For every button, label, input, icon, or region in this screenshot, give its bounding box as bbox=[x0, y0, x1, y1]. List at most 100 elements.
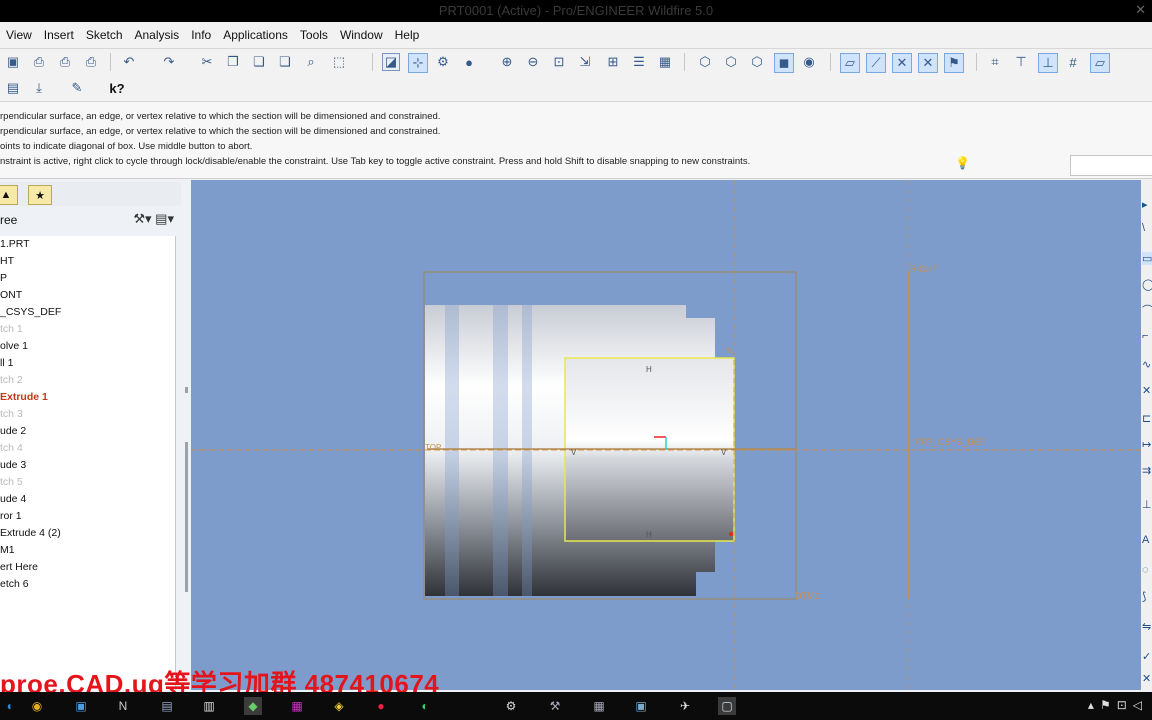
layers-icon[interactable]: ☰ bbox=[630, 53, 648, 71]
menu-analysis[interactable]: Analysis bbox=[129, 22, 186, 42]
model-tree-item[interactable]: ONT bbox=[0, 287, 175, 304]
sketch-vertices-icon[interactable]: ⊥ bbox=[1038, 53, 1058, 73]
modify-tool-icon[interactable]: ⇉ bbox=[1142, 464, 1151, 477]
datum-points-icon[interactable]: ✕ bbox=[892, 53, 912, 73]
sketch-tool-icon[interactable]: ✎ bbox=[68, 79, 86, 97]
music-icon[interactable]: ● bbox=[372, 697, 390, 715]
zoom-out-icon[interactable]: ⊖ bbox=[524, 53, 542, 71]
print-icon[interactable]: ⎙ bbox=[30, 53, 48, 71]
datum-planes-icon[interactable]: ▱ bbox=[840, 53, 860, 73]
model-tree-item[interactable]: Extrude 4 (2) bbox=[0, 525, 175, 542]
model-tree-item[interactable]: _CSYS_DEF bbox=[0, 304, 175, 321]
model-tree-item[interactable]: M1 bbox=[0, 542, 175, 559]
window-icon[interactable]: ▣ bbox=[632, 697, 650, 715]
circle-tool-icon[interactable]: ◯ bbox=[1142, 278, 1152, 291]
sketch-references-icon[interactable]: ⤓ bbox=[30, 79, 48, 97]
browser-icon[interactable]: ◐ bbox=[416, 697, 434, 715]
sketch-constraints-icon[interactable]: ⊤ bbox=[1012, 53, 1030, 71]
tree-settings-icon[interactable]: ⚒▾ ▤▾ bbox=[133, 211, 174, 227]
zoom-in-icon[interactable]: ⊕ bbox=[498, 53, 516, 71]
undo-icon[interactable]: ↶ bbox=[120, 53, 138, 71]
model-tree-item[interactable]: olve 1 bbox=[0, 338, 175, 355]
model-tree-item[interactable]: ude 4 bbox=[0, 491, 175, 508]
hidden-line-icon[interactable]: ⬡ bbox=[722, 53, 740, 71]
model-tree-item[interactable]: tch 2 bbox=[0, 372, 175, 389]
model-tree-item[interactable]: P bbox=[0, 270, 175, 287]
document-icon[interactable]: ▥ bbox=[200, 697, 218, 715]
model-tree-item[interactable]: tch 4 bbox=[0, 440, 175, 457]
navigator-splitter[interactable] bbox=[181, 182, 191, 690]
redo-icon[interactable]: ↷ bbox=[160, 53, 178, 71]
menu-insert[interactable]: Insert bbox=[38, 22, 80, 42]
sketch-view[interactable]: RIGHT PRT_CSYS_DEF DTM1 TOP H H V V H bbox=[191, 180, 1141, 690]
point-tool-icon[interactable]: ✕ bbox=[1142, 384, 1151, 397]
system-tray[interactable]: ▴⚑⊡◁ bbox=[1088, 698, 1148, 712]
shading-icon[interactable]: ◼ bbox=[774, 53, 794, 73]
menu-view[interactable]: View bbox=[0, 22, 38, 42]
cut-icon[interactable]: ✂ bbox=[198, 53, 216, 71]
wireframe-icon[interactable]: ⬡ bbox=[696, 53, 714, 71]
explorer-icon[interactable]: ▣ bbox=[72, 697, 90, 715]
model-tree-item[interactable]: ude 2 bbox=[0, 423, 175, 440]
constraint-tool-icon[interactable]: ⊥ bbox=[1142, 498, 1152, 511]
refit-icon[interactable]: ⊡ bbox=[550, 53, 568, 71]
repaint-icon[interactable]: ◪ bbox=[382, 53, 400, 71]
menu-help[interactable]: Help bbox=[389, 22, 426, 42]
orient-mode-icon[interactable]: ⚙ bbox=[434, 53, 452, 71]
display-style-icon[interactable]: ● bbox=[460, 53, 478, 71]
enhanced-realism-icon[interactable]: ◉ bbox=[800, 53, 818, 71]
sketch-orient-icon[interactable]: ⏥ bbox=[1090, 53, 1110, 73]
palette-tool-icon[interactable]: ◌ bbox=[1142, 564, 1149, 576]
print-preview-icon[interactable]: ⎙ bbox=[56, 53, 74, 71]
rectangle-tool-icon[interactable]: ▭ bbox=[1142, 252, 1152, 265]
pointer-tool-icon[interactable]: ▸ bbox=[1142, 198, 1148, 211]
dimension-tool-icon[interactable]: ↦ bbox=[1142, 438, 1151, 451]
model-tree-item[interactable]: tch 3 bbox=[0, 406, 175, 423]
arc-tool-icon[interactable]: ⌒ bbox=[1142, 302, 1152, 318]
line-tool-icon[interactable]: \ bbox=[1142, 222, 1145, 234]
tab-model-tree[interactable]: ▲ bbox=[0, 185, 18, 205]
tool-icon[interactable]: ⚒ bbox=[546, 697, 564, 715]
no-hidden-icon[interactable]: ⬡ bbox=[748, 53, 766, 71]
model-tree-item[interactable]: ude 3 bbox=[0, 457, 175, 474]
context-help-icon[interactable]: k? bbox=[108, 79, 126, 97]
paste-special-icon[interactable]: ❏ bbox=[276, 53, 294, 71]
menu-sketch[interactable]: Sketch bbox=[80, 22, 129, 42]
datum-axes-icon[interactable]: ⟋ bbox=[866, 53, 886, 73]
model-tree-item[interactable]: 1.PRT bbox=[0, 236, 175, 253]
find-icon[interactable]: ⌕ bbox=[302, 53, 320, 71]
fillet-tool-icon[interactable]: ⌐ bbox=[1142, 330, 1148, 342]
trim-tool-icon[interactable]: ⟆ bbox=[1142, 590, 1146, 603]
save-icon[interactable]: ▣ bbox=[4, 53, 22, 71]
proe-task-icon[interactable]: ▢ bbox=[718, 697, 736, 715]
select-box-icon[interactable]: ⬚ bbox=[330, 53, 348, 71]
sketch-grid-icon[interactable]: # bbox=[1064, 53, 1082, 71]
model-tree-item[interactable]: tch 5 bbox=[0, 474, 175, 491]
active-app-icon[interactable]: ◆ bbox=[244, 697, 262, 715]
calc-icon[interactable]: ▦ bbox=[590, 697, 608, 715]
done-tool-icon[interactable]: ✓ bbox=[1142, 650, 1151, 663]
plane-icon[interactable]: ✈ bbox=[676, 697, 694, 715]
notepad-icon[interactable]: ▤ bbox=[158, 697, 176, 715]
menu-info[interactable]: Info bbox=[185, 22, 217, 42]
chrome-icon[interactable]: ◉ bbox=[28, 697, 46, 715]
sketch-dims-icon[interactable]: ⌗ bbox=[986, 53, 1004, 71]
paste-icon[interactable]: ❏ bbox=[250, 53, 268, 71]
graphics-window[interactable]: RIGHT PRT_CSYS_DEF DTM1 TOP H H V V H bbox=[191, 180, 1141, 690]
spline-tool-icon[interactable]: ∿ bbox=[1142, 358, 1151, 371]
menu-applications[interactable]: Applications bbox=[217, 22, 294, 42]
folder-icon[interactable]: ◈ bbox=[330, 697, 348, 715]
app-icon[interactable]: N bbox=[114, 697, 132, 715]
menu-window[interactable]: Window bbox=[334, 22, 389, 42]
email-icon[interactable]: ⎙ bbox=[82, 53, 100, 71]
media-icon[interactable]: ▦ bbox=[288, 697, 306, 715]
start-icon[interactable]: ◖ bbox=[0, 697, 18, 715]
coord-systems-icon[interactable]: ✕ bbox=[918, 53, 938, 73]
view-manager-icon[interactable]: ▦ bbox=[656, 53, 674, 71]
offset-tool-icon[interactable]: ⊏ bbox=[1142, 412, 1151, 425]
model-tree-item[interactable]: HT bbox=[0, 253, 175, 270]
sketch-setup-icon[interactable]: ▤ bbox=[4, 79, 22, 97]
model-tree-item[interactable]: ll 1 bbox=[0, 355, 175, 372]
model-tree-item[interactable]: ert Here bbox=[0, 559, 175, 576]
menu-tools[interactable]: Tools bbox=[294, 22, 334, 42]
